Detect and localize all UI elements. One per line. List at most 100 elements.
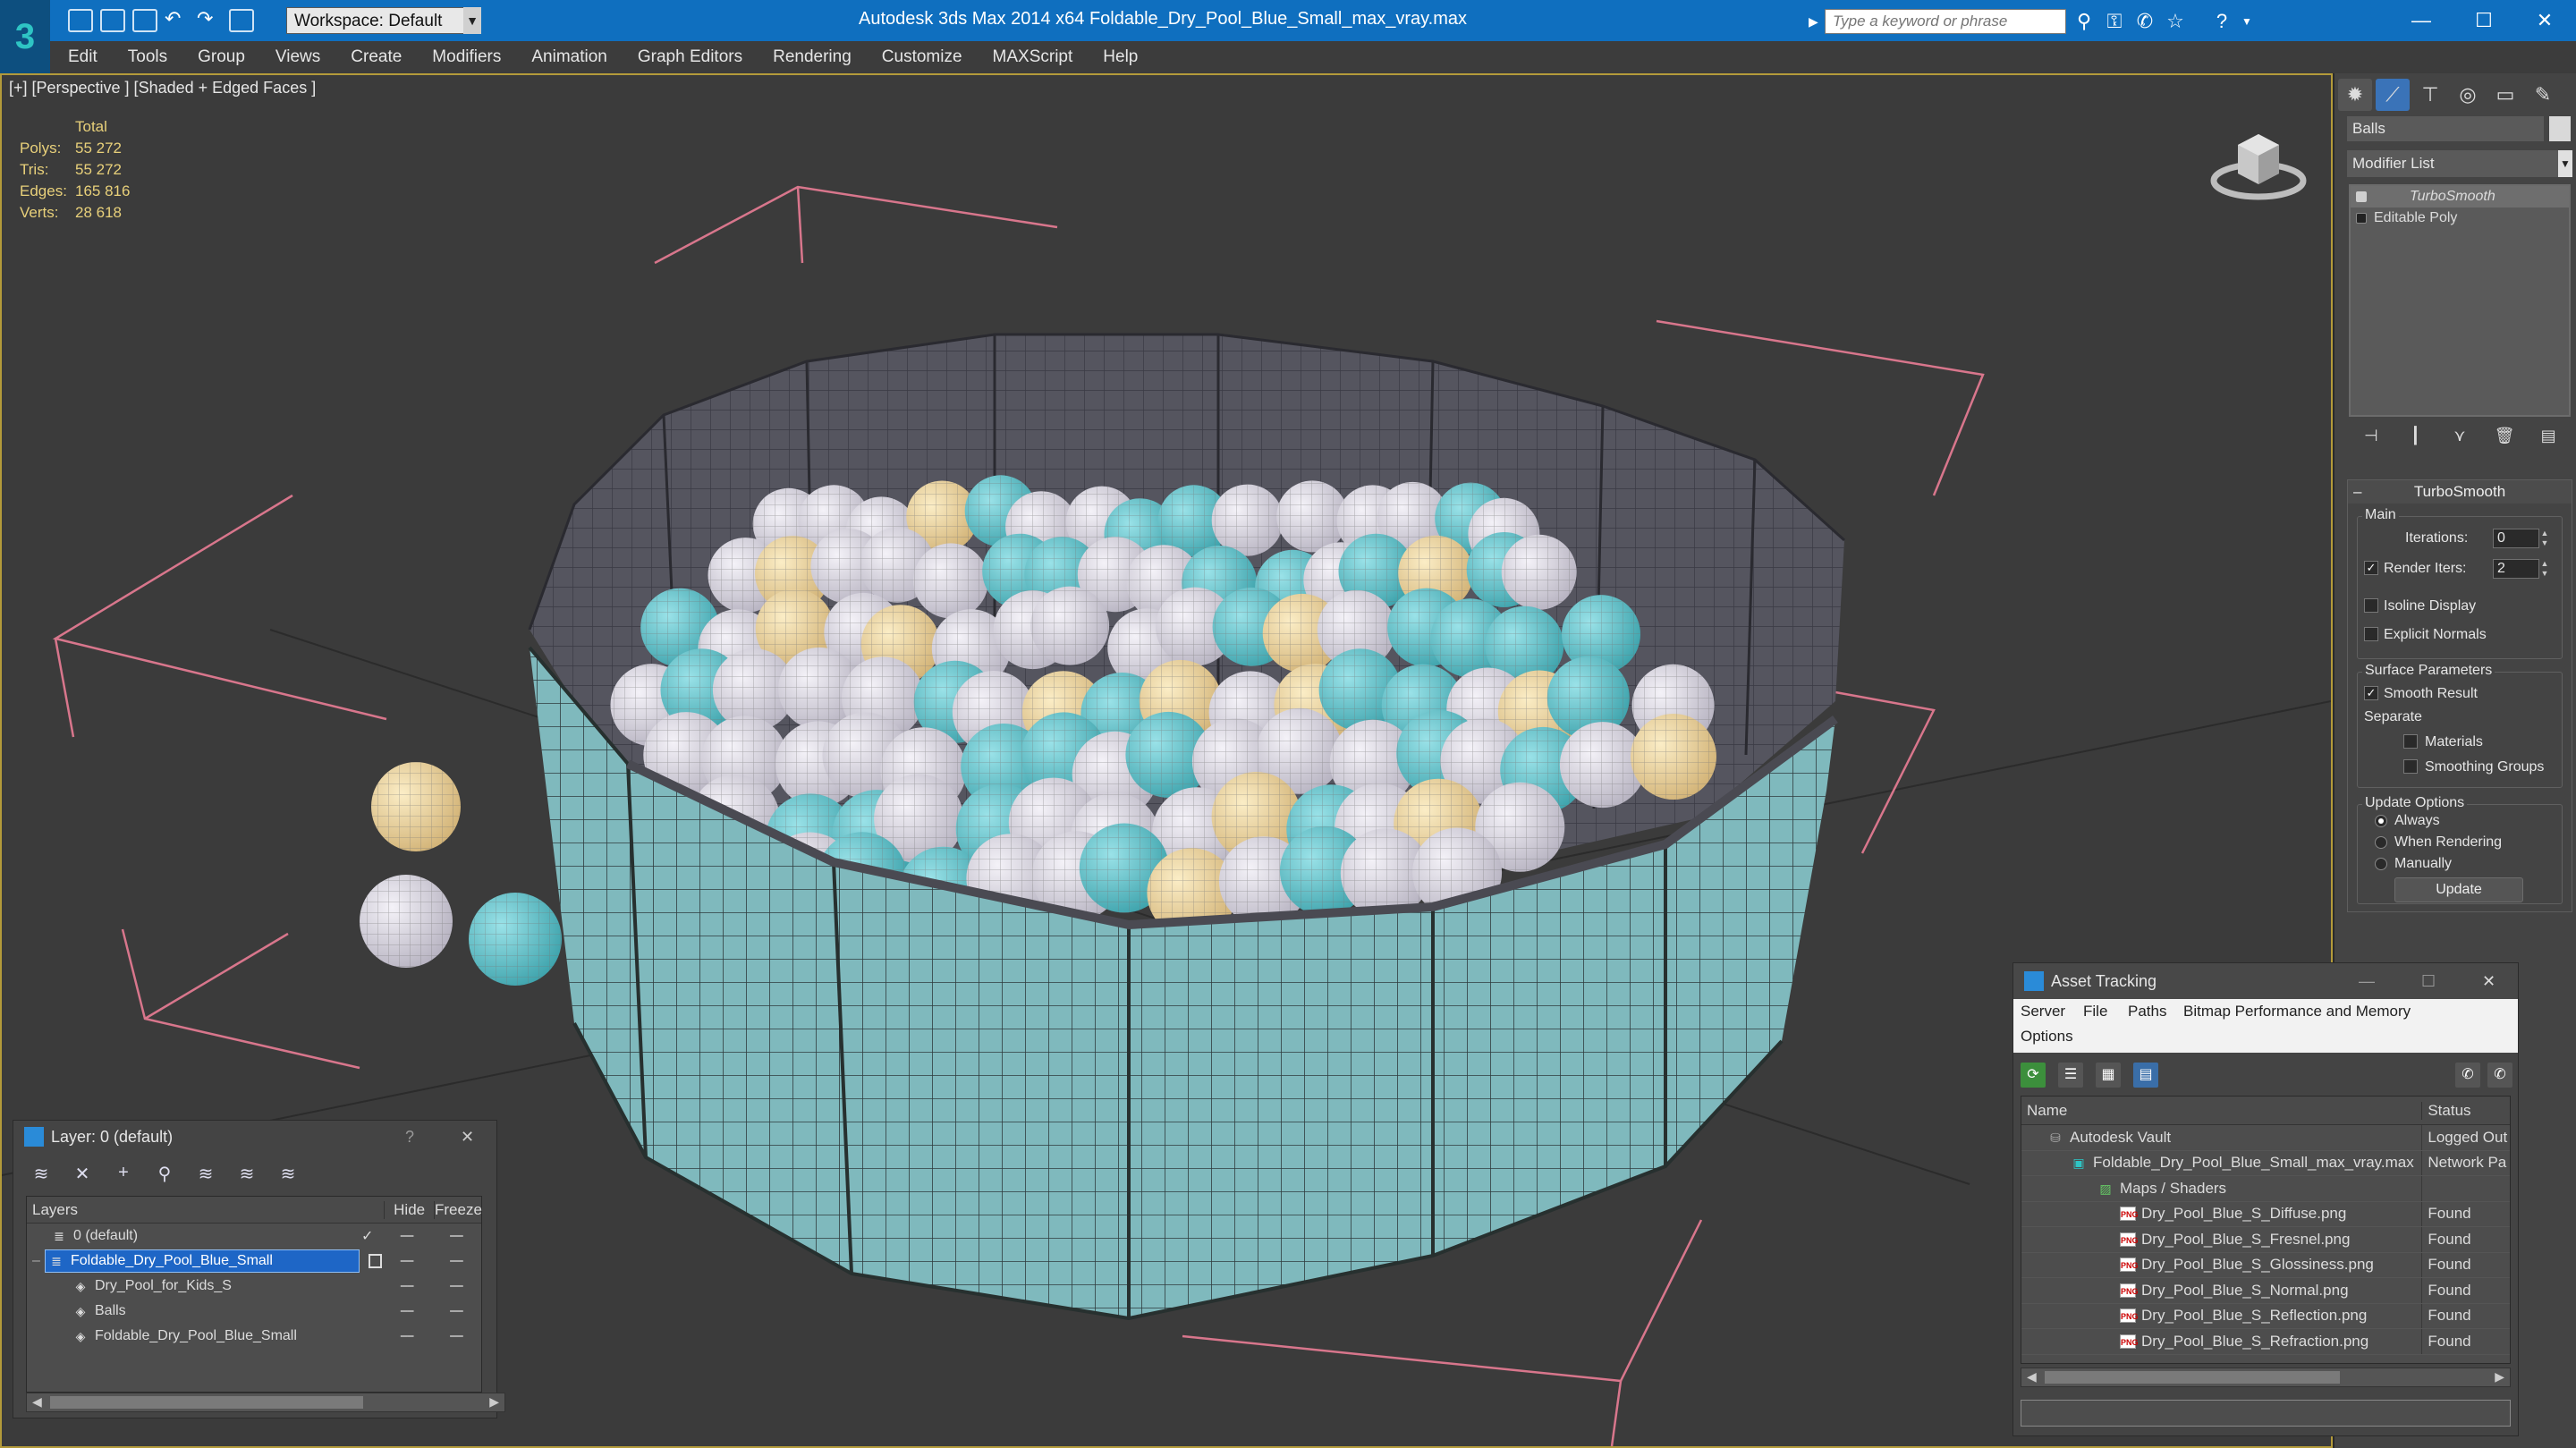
expand-icon[interactable]: –: [32, 1253, 40, 1269]
close-icon[interactable]: ✕: [2515, 4, 2574, 38]
object-name-field[interactable]: Balls: [2347, 116, 2544, 141]
asset-row[interactable]: PNG Dry_Pool_Blue_S_Normal.png Found: [2021, 1278, 2510, 1304]
scroll-left-icon[interactable]: ◀: [2027, 1369, 2037, 1384]
freeze-toggle[interactable]: ━━: [432, 1230, 481, 1242]
menu-edit[interactable]: Edit: [68, 47, 97, 67]
menu-maxscript[interactable]: MAXScript: [993, 47, 1073, 67]
table-view-icon[interactable]: ▤: [2133, 1063, 2158, 1088]
collapse-icon[interactable]: –: [2353, 480, 2361, 504]
layer-row[interactable]: ◈ Balls ━━ ━━: [27, 1299, 481, 1324]
delete-layer-icon[interactable]: ✕: [67, 1163, 97, 1186]
lightbulb-icon[interactable]: [2356, 191, 2367, 202]
menu-file[interactable]: File: [2083, 1003, 2107, 1020]
help-dropdown-icon[interactable]: ▼: [2236, 11, 2258, 32]
menu-customize[interactable]: Customize: [882, 47, 962, 67]
horizontal-scrollbar[interactable]: ◀ ▶: [26, 1393, 505, 1412]
layer-row[interactable]: – ≣ Foldable_Dry_Pool_Blue_Small ━━ ━━: [27, 1249, 481, 1274]
open-file-icon[interactable]: [100, 9, 125, 32]
utilities-tab-icon[interactable]: ✎: [2526, 79, 2560, 111]
materials-checkbox[interactable]: [2403, 734, 2418, 749]
scroll-right-icon[interactable]: ▶: [2495, 1369, 2504, 1384]
subscription-icon[interactable]: ✆: [2134, 11, 2156, 32]
add-to-layer-icon[interactable]: +: [108, 1163, 139, 1186]
menu-modifiers[interactable]: Modifiers: [432, 47, 501, 67]
hide-toggle[interactable]: ━━: [382, 1230, 431, 1242]
favorites-star-icon[interactable]: ☆: [2165, 11, 2186, 32]
update-button[interactable]: Update: [2394, 877, 2523, 902]
hide-toggle[interactable]: ━━: [382, 1255, 431, 1267]
freeze-toggle[interactable]: ━━: [432, 1305, 481, 1317]
scrollbar-thumb[interactable]: [2045, 1371, 2340, 1384]
manually-radio[interactable]: [2375, 858, 2387, 870]
modify-tab-icon[interactable]: ⟋: [2376, 79, 2410, 111]
asset-row[interactable]: PNG Dry_Pool_Blue_S_Diffuse.png Found: [2021, 1201, 2510, 1227]
chevron-down-icon[interactable]: ▼: [463, 7, 481, 34]
ball[interactable]: [1211, 484, 1284, 556]
thumbnail-view-icon[interactable]: ▦: [2096, 1063, 2121, 1088]
menu-animation[interactable]: Animation: [531, 47, 607, 67]
asset-row[interactable]: ▨ Maps / Shaders: [2021, 1176, 2510, 1202]
close-icon[interactable]: ✕: [461, 1128, 474, 1147]
help-icon[interactable]: ?: [405, 1128, 414, 1147]
remove-modifier-icon[interactable]: 🗑: [2495, 427, 2515, 446]
maximize-icon[interactable]: ☐: [2421, 972, 2436, 991]
workspace-dropdown[interactable]: Workspace: Default: [286, 7, 481, 34]
freeze-toggle[interactable]: ━━: [432, 1280, 481, 1292]
rollout-header[interactable]: – TurboSmooth: [2348, 480, 2572, 504]
ball[interactable]: [1631, 714, 1716, 800]
create-layer-icon[interactable]: ≋: [26, 1163, 56, 1186]
menu-group[interactable]: Group: [198, 47, 245, 67]
stack-item-editable-poly[interactable]: Editable Poly: [2351, 207, 2569, 229]
layer-dialog-title-bar[interactable]: Layer: 0 (default) ? ✕: [13, 1121, 496, 1153]
object-color-swatch[interactable]: [2549, 116, 2571, 141]
layer-row[interactable]: ≣ 0 (default) ✓ ━━ ━━: [27, 1224, 481, 1249]
ball[interactable]: [913, 543, 988, 619]
smoothing-groups-checkbox[interactable]: [2403, 759, 2418, 774]
search-expand-icon[interactable]: ▶: [1809, 11, 1823, 32]
spinner-arrows-icon[interactable]: ▲ ▼: [2539, 559, 2550, 579]
list-view-icon[interactable]: ☰: [2058, 1063, 2083, 1088]
ball[interactable]: [1501, 534, 1577, 610]
menu-tools[interactable]: Tools: [128, 47, 167, 67]
asset-dialog-title-bar[interactable]: Asset Tracking — ☐ ✕: [2013, 963, 2518, 999]
scroll-right-icon[interactable]: ▶: [489, 1394, 499, 1410]
iterations-spinner[interactable]: 0: [2493, 529, 2539, 548]
smooth-result-checkbox[interactable]: ✓: [2364, 686, 2378, 700]
hide-toggle[interactable]: ━━: [382, 1280, 431, 1292]
undo-icon[interactable]: ↶: [165, 9, 190, 32]
spinner-arrows-icon[interactable]: ▲ ▼: [2539, 529, 2550, 548]
menu-server[interactable]: Server: [2021, 1003, 2065, 1020]
menu-views[interactable]: Views: [275, 47, 320, 67]
close-icon[interactable]: ✕: [2482, 972, 2496, 991]
configure-modifier-sets-icon[interactable]: ▤: [2538, 427, 2558, 446]
asset-row[interactable]: PNG Dry_Pool_Blue_S_Reflection.png Found: [2021, 1303, 2510, 1329]
ball[interactable]: [1030, 586, 1110, 665]
show-end-result-icon[interactable]: ┃: [2405, 427, 2425, 446]
menu-paths[interactable]: Paths: [2128, 1003, 2166, 1020]
explicit-normals-checkbox[interactable]: [2364, 627, 2378, 641]
horizontal-scrollbar[interactable]: ◀ ▶: [2021, 1368, 2511, 1387]
current-layer-check-icon[interactable]: ✓: [361, 1227, 373, 1245]
search-input[interactable]: [1825, 9, 2066, 34]
highlight-layer-icon[interactable]: ≋: [191, 1163, 221, 1186]
motion-tab-icon[interactable]: ◎: [2451, 79, 2485, 111]
key-icon[interactable]: ⚿: [2104, 11, 2125, 32]
viewport-label[interactable]: [+] [Perspective ] [Shaded + Edged Faces…: [9, 79, 316, 97]
set-current-layer-icon[interactable]: [368, 1254, 383, 1268]
menu-options[interactable]: Options: [2021, 1028, 2073, 1046]
column-status[interactable]: Status: [2422, 1102, 2510, 1120]
scroll-left-icon[interactable]: ◀: [32, 1394, 42, 1410]
hide-all-layers-icon[interactable]: ≋: [232, 1163, 262, 1186]
redo-icon[interactable]: ↷: [197, 9, 222, 32]
application-menu-logo-icon[interactable]: 3: [0, 0, 50, 73]
asset-row[interactable]: PNG Dry_Pool_Blue_S_Glossiness.png Found: [2021, 1252, 2510, 1278]
pin-stack-icon[interactable]: ⊣: [2361, 427, 2381, 446]
menu-rendering[interactable]: Rendering: [773, 47, 852, 67]
isoline-display-checkbox[interactable]: [2364, 598, 2378, 613]
asset-row[interactable]: ▣ Foldable_Dry_Pool_Blue_Small_max_vray.m…: [2021, 1150, 2510, 1176]
render-iters-checkbox[interactable]: ✓: [2364, 561, 2378, 575]
freeze-all-layers-icon[interactable]: ≋: [273, 1163, 303, 1186]
project-folder-icon[interactable]: [229, 9, 254, 32]
make-unique-icon[interactable]: ⋎: [2450, 427, 2470, 446]
hide-toggle[interactable]: ━━: [382, 1305, 431, 1317]
